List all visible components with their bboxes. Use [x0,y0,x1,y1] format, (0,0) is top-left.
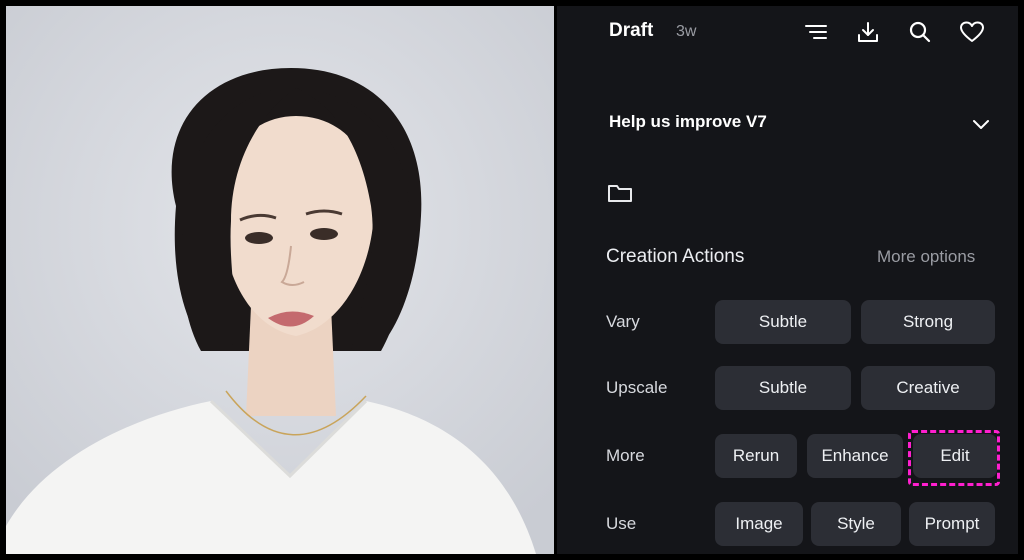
use-prompt-button[interactable]: Prompt [909,502,995,546]
upscale-creative-button[interactable]: Creative [861,366,995,410]
vary-subtle-button[interactable]: Subtle [715,300,851,344]
vary-label: Vary [606,312,640,331]
draft-title: Draft [609,20,654,41]
draft-age: 3w [676,23,697,40]
use-image-button[interactable]: Image [715,502,803,546]
feedback-prompt[interactable]: Help us improve V7 [609,112,767,132]
download-icon[interactable] [854,18,882,46]
use-style-button[interactable]: Style [811,502,901,546]
upscale-subtle-button[interactable]: Subtle [715,366,851,410]
app-window: Draft 3w Help us improve V7 Creation Act… [0,0,1024,560]
more-options-link[interactable]: More options [877,247,975,267]
rerun-button[interactable]: Rerun [715,434,797,478]
chevron-down-icon[interactable] [969,114,993,134]
use-label: Use [606,514,637,533]
list-icon[interactable] [802,18,830,46]
generated-image[interactable] [6,6,554,554]
enhance-button[interactable]: Enhance [807,434,903,478]
more-label: More [606,446,645,465]
heart-icon[interactable] [958,18,986,46]
folder-icon[interactable] [607,182,633,204]
search-icon[interactable] [906,18,934,46]
edit-highlight-box [908,430,1000,486]
creation-actions-title: Creation Actions [606,246,745,267]
upscale-label: Upscale [606,378,668,397]
vary-strong-button[interactable]: Strong [861,300,995,344]
portrait-illustration [6,6,554,554]
